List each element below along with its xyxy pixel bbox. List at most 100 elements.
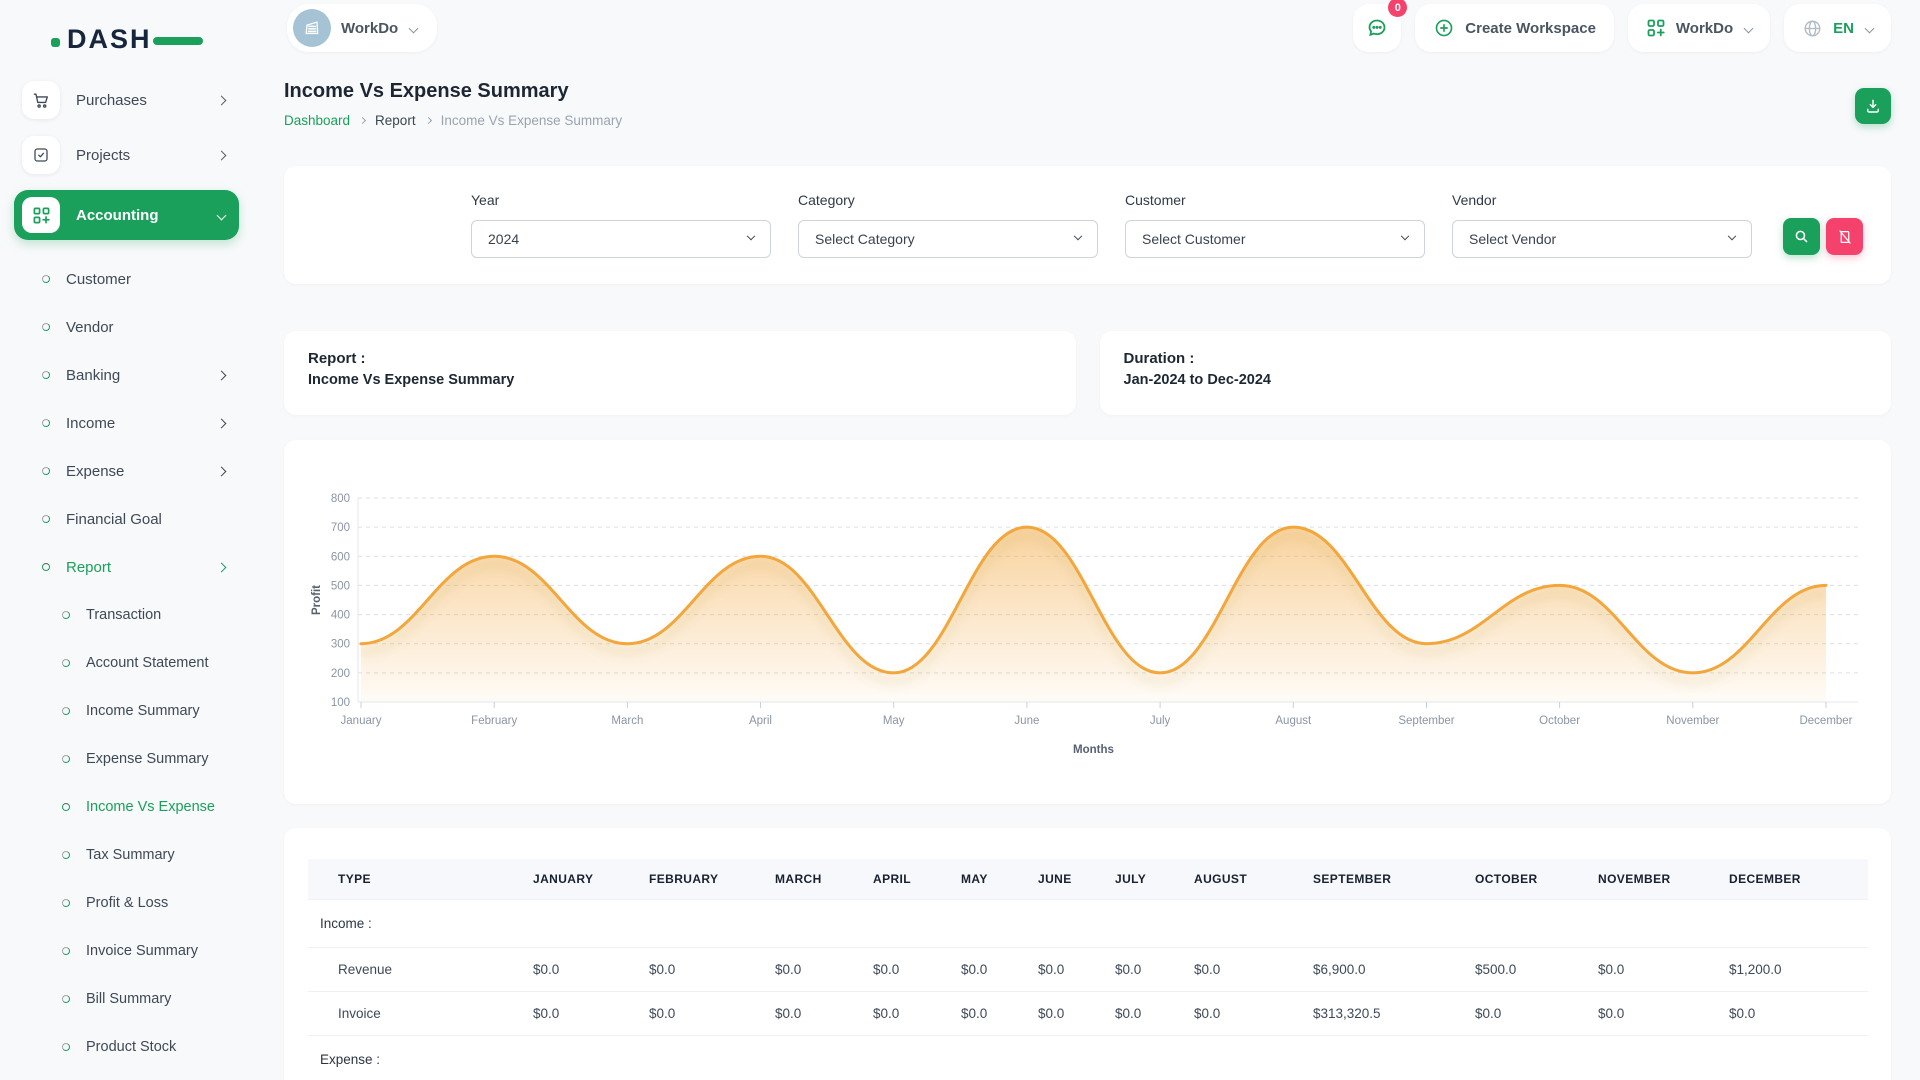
chevron-down-icon: [409, 23, 419, 33]
main-area: WorkDo 0 Create Workspace WorkDo: [255, 0, 1920, 1080]
svg-text:July: July: [1150, 715, 1171, 727]
sidebar-item-vendor[interactable]: Vendor: [0, 303, 255, 351]
sidebar-item-projects[interactable]: Projects: [14, 135, 239, 175]
sidebar-item-banking[interactable]: Banking: [0, 351, 255, 399]
duration-summary-card: Duration : Jan-2024 to Dec-2024: [1100, 331, 1892, 415]
value-cell: [1182, 1036, 1301, 1080]
table-col-header: AUGUST: [1182, 859, 1301, 900]
value-cell: [1717, 900, 1868, 948]
sidebar-item-financial-goal[interactable]: Financial Goal: [0, 495, 255, 543]
chevron-right-icon: [425, 117, 432, 124]
value-cell: [1463, 900, 1586, 948]
bullet-icon: [42, 371, 50, 379]
value-cell: $0.0: [637, 948, 763, 992]
workspace-name: WorkDo: [341, 20, 398, 37]
income-expense-table: TYPEJANUARYFEBRUARYMARCHAPRILMAYJUNEJULY…: [308, 859, 1868, 1080]
sidebar-item-cash-flow[interactable]: Cash Flow: [0, 1071, 255, 1080]
breadcrumb-item[interactable]: Report: [375, 113, 416, 128]
sidebar-item-expense[interactable]: Expense: [0, 447, 255, 495]
value-cell: [1103, 900, 1182, 948]
bullet-icon: [62, 947, 70, 955]
language-selector[interactable]: EN: [1784, 4, 1891, 52]
chevron-right-icon: [359, 117, 366, 124]
svg-text:February: February: [471, 715, 517, 727]
sidebar-item-tax-summary[interactable]: Tax Summary: [0, 831, 255, 879]
workdo-menu-button[interactable]: WorkDo: [1628, 4, 1770, 52]
table-col-header: TYPE: [308, 859, 521, 900]
profit-area-chart[interactable]: 100200300400500600700800JanuaryFebruaryM…: [284, 440, 1891, 804]
customer-select[interactable]: Select Customer: [1125, 220, 1425, 258]
vendor-select[interactable]: Select Vendor: [1452, 220, 1752, 258]
sidebar-item-label: Bill Summary: [86, 991, 171, 1007]
create-workspace-button[interactable]: Create Workspace: [1415, 4, 1614, 52]
chevron-down-icon: [747, 232, 755, 240]
value-cell: [637, 900, 763, 948]
income-expense-table-card: TYPEJANUARYFEBRUARYMARCHAPRILMAYJUNEJULY…: [284, 828, 1891, 1080]
chevron-down-icon: [1401, 232, 1409, 240]
value-cell: $0.0: [1586, 948, 1717, 992]
value-cell: $0.0: [1717, 992, 1868, 1036]
bullet-icon: [62, 755, 70, 763]
year-select[interactable]: 2024: [471, 220, 771, 258]
chevron-right-icon: [217, 418, 227, 428]
sidebar-item-income-vs-expense[interactable]: Income Vs Expense: [0, 783, 255, 831]
sidebar-item-customer[interactable]: Customer: [0, 255, 255, 303]
vendor-label: Vendor: [1452, 192, 1752, 208]
category-select[interactable]: Select Category: [798, 220, 1098, 258]
chevron-down-icon: [1728, 232, 1736, 240]
sidebar-nav: Purchases Projects Accounting CustomerVe…: [0, 80, 255, 1080]
table-col-header: APRIL: [861, 859, 949, 900]
sidebar-item-bill-summary[interactable]: Bill Summary: [0, 975, 255, 1023]
breadcrumb-item[interactable]: Dashboard: [284, 113, 350, 128]
svg-text:Months: Months: [1073, 744, 1114, 756]
table-col-header: OCTOBER: [1463, 859, 1586, 900]
messages-button[interactable]: 0: [1353, 4, 1401, 52]
sidebar-item-transaction[interactable]: Transaction: [0, 591, 255, 639]
table-col-header: SEPTEMBER: [1301, 859, 1463, 900]
sidebar-item-product-stock[interactable]: Product Stock: [0, 1023, 255, 1071]
svg-text:October: October: [1539, 715, 1580, 727]
sidebar-item-report[interactable]: Report: [0, 543, 255, 591]
workspace-switcher[interactable]: WorkDo: [287, 4, 437, 52]
sidebar-item-label: Income Summary: [86, 703, 200, 719]
table-col-header: FEBRUARY: [637, 859, 763, 900]
svg-text:April: April: [749, 715, 772, 727]
sidebar-item-label: Expense Summary: [86, 751, 209, 767]
sidebar-item-accounting[interactable]: Accounting: [14, 190, 239, 240]
table-row: Income :: [308, 900, 1868, 948]
sidebar-item-invoice-summary[interactable]: Invoice Summary: [0, 927, 255, 975]
sidebar-item-purchases[interactable]: Purchases: [14, 80, 239, 120]
sidebar-item-profit-loss[interactable]: Profit & Loss: [0, 879, 255, 927]
apply-filter-button[interactable]: [1783, 218, 1820, 255]
workdo-menu-label: WorkDo: [1676, 20, 1733, 37]
bullet-icon: [42, 563, 50, 571]
brand-logo[interactable]: DASH: [67, 24, 217, 58]
value-cell: $0.0: [521, 948, 637, 992]
logo-text: DASH: [67, 24, 152, 54]
filter-bar: Year 2024 Category Select Category Custo…: [284, 166, 1891, 284]
sidebar-item-label: Report: [66, 559, 111, 576]
sidebar-item-account-statement[interactable]: Account Statement: [0, 639, 255, 687]
topbar-actions: 0 Create Workspace WorkDo EN: [1353, 4, 1891, 52]
year-label: Year: [471, 192, 771, 208]
table-col-header: MAY: [949, 859, 1026, 900]
page-content: Income Vs Expense Summary DashboardRepor…: [255, 52, 1920, 1080]
value-cell: [1717, 1036, 1868, 1080]
svg-text:Profit: Profit: [311, 585, 323, 615]
value-cell: [521, 1036, 637, 1080]
reset-filter-button[interactable]: [1826, 218, 1863, 255]
sidebar-item-income-summary[interactable]: Income Summary: [0, 687, 255, 735]
sidebar-item-income[interactable]: Income: [0, 399, 255, 447]
value-cell: $0.0: [1103, 948, 1182, 992]
bullet-icon: [42, 275, 50, 283]
sidebar-item-expense-summary[interactable]: Expense Summary: [0, 735, 255, 783]
breadcrumb: DashboardReportIncome Vs Expense Summary: [284, 113, 622, 128]
sidebar: DASH Purchases Projects: [0, 0, 255, 1080]
bullet-icon: [62, 659, 70, 667]
sidebar-item-label: Expense: [66, 463, 124, 480]
value-cell: $0.0: [1182, 948, 1301, 992]
sidebar-item-label: Tax Summary: [86, 847, 175, 863]
profit-chart-card: 100200300400500600700800JanuaryFebruaryM…: [284, 440, 1891, 804]
download-button[interactable]: [1855, 88, 1891, 124]
value-cell: $500.0: [1463, 948, 1586, 992]
